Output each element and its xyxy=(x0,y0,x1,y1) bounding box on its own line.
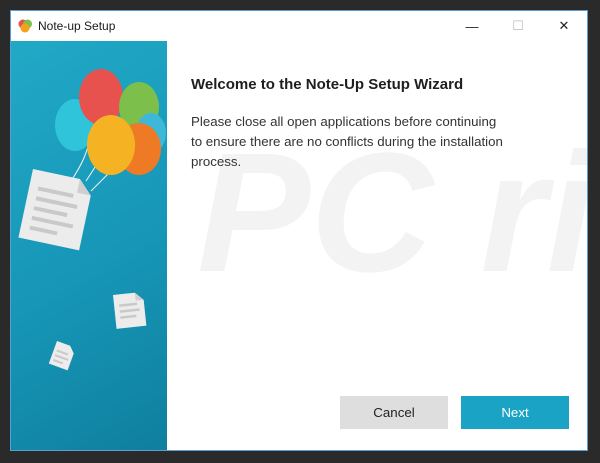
close-icon: ✕ xyxy=(558,18,570,33)
setup-window: Note-up Setup — ☐ ✕ PC ri Welcome to the… xyxy=(10,10,588,451)
balloons-illustration xyxy=(18,69,166,371)
wizard-content: PC risk.com Welcome to the Note-Up Setup… xyxy=(167,41,587,450)
page-title: Welcome to the Note-Up Setup Wizard xyxy=(191,76,464,93)
instruction-text: Please close all open applications befor… xyxy=(191,114,503,169)
cancel-button[interactable]: Cancel xyxy=(340,396,448,429)
maximize-button[interactable]: ☐ xyxy=(495,11,541,41)
yellow-balloon-icon xyxy=(87,115,135,175)
tiny-document-icon xyxy=(48,341,74,371)
next-button[interactable]: Next xyxy=(461,396,569,429)
minimize-button[interactable]: — xyxy=(449,11,495,41)
maximize-icon: ☐ xyxy=(512,18,524,33)
window-title: Note-up Setup xyxy=(38,19,116,33)
close-button[interactable]: ✕ xyxy=(541,11,587,41)
watermark: PC risk.com xyxy=(197,118,587,308)
minimize-icon: — xyxy=(465,18,479,34)
app-balloon-icon xyxy=(18,19,32,33)
small-document-icon xyxy=(113,292,147,329)
document-icon xyxy=(18,169,91,251)
sidebar-illustration xyxy=(11,41,167,450)
title-bar[interactable]: Note-up Setup — ☐ ✕ xyxy=(11,11,587,41)
